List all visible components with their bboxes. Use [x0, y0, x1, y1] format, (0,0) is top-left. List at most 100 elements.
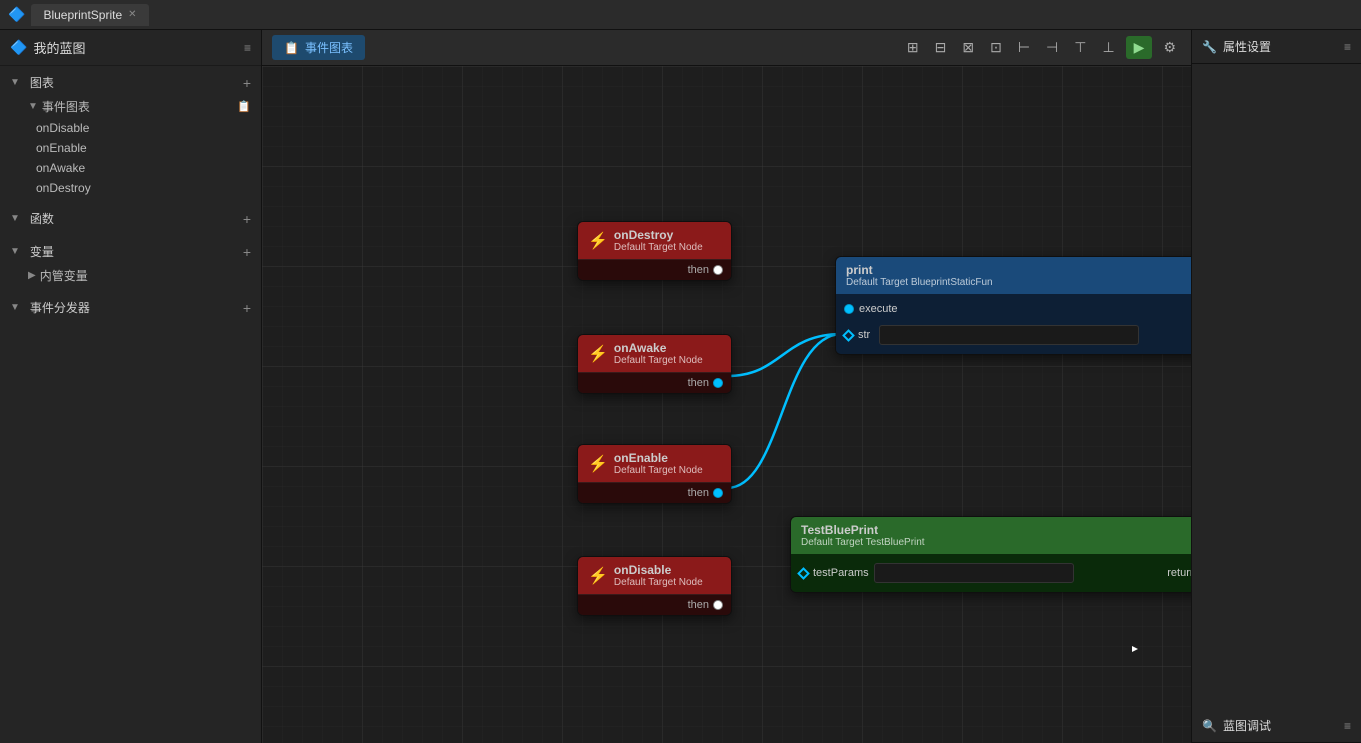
toolbar-btn-1[interactable]: ⊞: [902, 36, 924, 59]
panel-icon: 🔷: [10, 39, 27, 56]
testparams-port[interactable]: [797, 567, 810, 580]
run-button[interactable]: ▶: [1126, 36, 1153, 59]
tree-section-variables-label: 变量: [30, 243, 54, 260]
execute-port[interactable]: [844, 304, 854, 314]
tree-section-event-dispatcher: ▼ 事件分发器 +: [0, 291, 261, 324]
sidebar-item-onDisable[interactable]: onDisable: [0, 118, 261, 138]
settings-button[interactable]: ⚙: [1158, 36, 1181, 59]
tree-section-variables-title: ▼ 变量: [10, 243, 54, 260]
tree-section-graph-label: 图表: [30, 74, 54, 91]
toolbar-btn-3[interactable]: ⊠: [957, 36, 979, 59]
toolbar-btn-6[interactable]: ⊣: [1041, 36, 1063, 59]
tree-section-variables-header[interactable]: ▼ 变量 +: [0, 239, 261, 264]
tree-section-functions-header[interactable]: ▼ 函数 +: [0, 206, 261, 231]
title-bar: 🔷 BlueprintSprite ✕: [0, 0, 1361, 30]
chevron-right-icon: ▼: [10, 246, 20, 257]
cursor: [1132, 646, 1142, 656]
tree-section-graph-header[interactable]: ▼ 图表 +: [0, 70, 261, 95]
node-onAwake-header: ⚡ onAwake Default Target Node: [578, 335, 731, 372]
node-print[interactable]: print Default Target BlueprintStaticFun …: [835, 256, 1191, 355]
node-onEnable-header: ⚡ onEnable Default Target Node: [578, 445, 731, 482]
str-input[interactable]: [879, 325, 1139, 345]
then-port-disable[interactable]: [713, 600, 723, 610]
testparams-label: testParams: [813, 567, 869, 579]
blueprint-debug-title: 🔍 蓝图调试: [1202, 717, 1271, 734]
canvas-tab[interactable]: 📋 事件图表: [272, 35, 365, 60]
sidebar-item-onDestroy[interactable]: onDestroy: [0, 178, 261, 198]
event-icon: ⚡: [588, 454, 608, 474]
then-port[interactable]: [713, 265, 723, 275]
str-port[interactable]: [842, 329, 855, 342]
toolbar-btn-7[interactable]: ⊤: [1069, 36, 1091, 59]
left-panel: 🔷 我的蓝图 ≡ ▼ 图表 + ▼ 事件图表 📋 onDisable onEna…: [0, 30, 262, 743]
node-onDestroy-header: ⚡ onDestroy Default Target Node: [578, 222, 731, 259]
node-onDestroy-footer: then: [578, 259, 731, 280]
execute-port-row: execute: [836, 300, 1191, 318]
sidebar-item-event-graph[interactable]: ▼ 事件图表 📋: [0, 95, 261, 118]
properties-label: 属性设置: [1223, 38, 1271, 55]
sidebar-item-internal-vars-label: 内管变量: [40, 267, 88, 284]
then-label: then: [688, 599, 709, 611]
node-test-blueprint[interactable]: TestBluePrint Default Target TestBluePri…: [790, 516, 1191, 593]
chevron-down-icon: ▼: [10, 77, 20, 88]
node-onEnable[interactable]: ⚡ onEnable Default Target Node then: [577, 444, 732, 504]
graph-add-button[interactable]: +: [243, 75, 251, 91]
chevron-right-icon: ▼: [10, 213, 20, 224]
tree-section-variables: ▼ 变量 + ▶ 内管变量: [0, 235, 261, 291]
variables-add-button[interactable]: +: [243, 244, 251, 260]
then-label: then: [688, 377, 709, 389]
node-print-subtitle: Default Target BlueprintStaticFun: [846, 277, 1191, 288]
node-onAwake-subtitle: Default Target Node: [614, 355, 703, 366]
left-panel-menu-button[interactable]: ≡: [244, 41, 251, 55]
functions-add-button[interactable]: +: [243, 211, 251, 227]
main-layout: 🔷 我的蓝图 ≡ ▼ 图表 + ▼ 事件图表 📋 onDisable onEna…: [0, 30, 1361, 743]
then-label: then: [688, 264, 709, 276]
then-label: then: [688, 487, 709, 499]
testparams-input[interactable]: [874, 563, 1074, 583]
then-port-enable[interactable]: [713, 488, 723, 498]
sidebar-item-event-graph-label: 事件图表: [42, 98, 90, 115]
chevron-down-icon: ▼: [28, 101, 38, 112]
sidebar-item-onAwake[interactable]: onAwake: [0, 158, 261, 178]
blueprint-debug-panel: 🔍 蓝图调试 ≡: [1192, 709, 1361, 743]
node-onDisable[interactable]: ⚡ onDisable Default Target Node then: [577, 556, 732, 616]
blueprint-canvas[interactable]: ⚡ onDestroy Default Target Node then ⚡ o…: [262, 66, 1191, 743]
node-onDestroy[interactable]: ⚡ onDestroy Default Target Node then: [577, 221, 732, 281]
app-icon: 🔷: [8, 6, 25, 23]
node-onDisable-title: onDisable: [614, 563, 703, 577]
left-panel-title-text: 我的蓝图: [33, 38, 85, 57]
canvas-toolbar: 📋 事件图表 ⊞ ⊟ ⊠ ⊡ ⊢ ⊣ ⊤ ⊥ ▶ ⚙: [262, 30, 1191, 66]
node-onEnable-footer: then: [578, 482, 731, 503]
tree-section-event-dispatcher-title: ▼ 事件分发器: [10, 299, 90, 316]
chevron-right-icon: ▶: [28, 270, 36, 281]
tree-section-functions-title: ▼ 函数: [10, 210, 54, 227]
tree-section-event-dispatcher-header[interactable]: ▼ 事件分发器 +: [0, 295, 261, 320]
debug-menu-button[interactable]: ≡: [1344, 719, 1351, 733]
toolbar-btn-8[interactable]: ⊥: [1097, 36, 1119, 59]
properties-menu-button[interactable]: ≡: [1344, 40, 1351, 54]
properties-panel: 🔧 属性设置 ≡: [1192, 30, 1361, 64]
event-icon: ⚡: [588, 566, 608, 586]
toolbar-btn-2[interactable]: ⊟: [930, 36, 952, 59]
tab-close-button[interactable]: ✕: [128, 9, 136, 20]
node-onDisable-header: ⚡ onDisable Default Target Node: [578, 557, 731, 594]
event-dispatcher-add-button[interactable]: +: [243, 300, 251, 316]
node-onDisable-subtitle: Default Target Node: [614, 577, 703, 588]
canvas-tab-icon: 📋: [284, 41, 299, 55]
title-tab[interactable]: BlueprintSprite ✕: [31, 4, 148, 26]
node-onDestroy-subtitle: Default Target Node: [614, 242, 703, 253]
node-onAwake[interactable]: ⚡ onAwake Default Target Node then: [577, 334, 732, 394]
str-label: str: [858, 329, 870, 341]
node-onDestroy-title: onDestroy: [614, 228, 703, 242]
chevron-right-icon: ▼: [10, 302, 20, 313]
toolbar-btn-5[interactable]: ⊢: [1013, 36, 1035, 59]
then-port-awake[interactable]: [713, 378, 723, 388]
node-test-blueprint-header: TestBluePrint Default Target TestBluePri…: [791, 517, 1191, 554]
toolbar-btn-4[interactable]: ⊡: [985, 36, 1007, 59]
sidebar-item-onEnable[interactable]: onEnable: [0, 138, 261, 158]
sidebar-item-internal-vars[interactable]: ▶ 内管变量: [0, 264, 261, 287]
right-panel: 🔧 属性设置 ≡ 🔍 蓝图调试 ≡: [1191, 30, 1361, 743]
node-test-blueprint-subtitle: Default Target TestBluePrint: [801, 537, 925, 548]
tab-label: BlueprintSprite: [43, 8, 122, 22]
return-label: return: [1167, 567, 1191, 579]
